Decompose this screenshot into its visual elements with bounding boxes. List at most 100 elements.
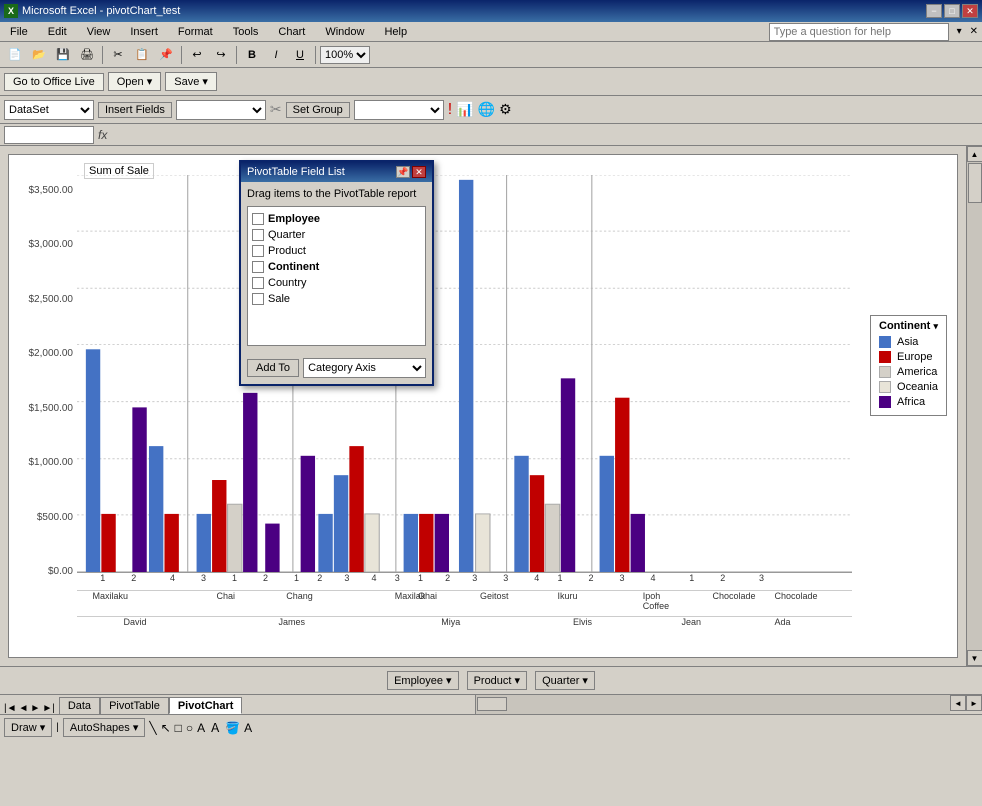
menu-insert[interactable]: Insert <box>124 24 164 40</box>
y-label-3500: $3,500.00 <box>29 185 74 196</box>
field-checkbox-country[interactable] <box>252 277 264 289</box>
product-ipoh: IpohCoffee <box>643 591 669 611</box>
arrow-tool[interactable]: ↖ <box>161 721 171 735</box>
menu-help[interactable]: Help <box>378 24 413 40</box>
copy-button[interactable]: 📋 <box>131 45 153 65</box>
oval-tool[interactable]: ○ <box>186 721 193 735</box>
tab-pivottable[interactable]: PivotTable <box>100 697 169 714</box>
textbox-tool[interactable]: A <box>197 721 205 735</box>
rect-tool[interactable]: □ <box>175 721 182 735</box>
menu-view[interactable]: View <box>81 24 117 40</box>
scissors-icon[interactable]: ✂ <box>270 101 282 118</box>
field-checkbox-employee[interactable] <box>252 213 264 225</box>
help-close-icon[interactable]: ✕ <box>970 26 978 37</box>
scroll-up-button[interactable]: ▲ <box>967 146 982 162</box>
filter-area: Employee ▾ Product ▾ Quarter ▾ <box>0 666 982 694</box>
new-button[interactable]: 📄 <box>4 45 26 65</box>
tab-last-button[interactable]: ►| <box>42 703 55 714</box>
font-color-tool[interactable]: A <box>244 721 252 735</box>
field-item-country[interactable]: Country <box>252 275 421 291</box>
save-button[interactable]: 💾 <box>52 45 74 65</box>
draw-button[interactable]: Draw ▾ <box>4 718 52 737</box>
category-axis-select[interactable]: Category Axis Series Axis Page Area <box>303 358 426 378</box>
scroll-right-button[interactable]: ► <box>966 695 982 711</box>
menu-tools[interactable]: Tools <box>227 24 265 40</box>
field-item-continent[interactable]: Continent <box>252 259 421 275</box>
zoom-select[interactable]: 100% 75% 50% <box>320 46 370 64</box>
chart-area: Sum of Sale $0.00 $500.00 $1,000.00 $1,5… <box>8 154 958 658</box>
tab-first-button[interactable]: |◄ <box>4 703 17 714</box>
bold-button[interactable]: B <box>241 45 263 65</box>
scroll-track[interactable] <box>967 162 982 650</box>
scroll-down-button[interactable]: ▼ <box>967 650 982 666</box>
employee-filter-button[interactable]: Employee ▾ <box>387 671 459 690</box>
menu-file[interactable]: File <box>4 24 34 40</box>
close-button[interactable]: ✕ <box>962 4 978 18</box>
undo-button[interactable]: ↩ <box>186 45 208 65</box>
fill-color-tool[interactable]: 🪣 <box>225 721 240 735</box>
set-group-button[interactable]: Set Group <box>286 102 350 118</box>
autoshapes-button[interactable]: AutoShapes ▾ <box>63 718 146 737</box>
minimize-button[interactable]: − <box>926 4 942 18</box>
print-button[interactable]: 🖨 <box>76 45 98 65</box>
employee-david: David <box>124 617 147 627</box>
dialog-pin-button[interactable]: 📌 <box>396 166 410 178</box>
maximize-button[interactable]: □ <box>944 4 960 18</box>
add-to-button[interactable]: Add To <box>247 359 299 377</box>
refresh-icon[interactable]: ! <box>448 101 452 119</box>
employee-miya: Miya <box>441 617 460 627</box>
dataset-select[interactable]: DataSet <box>4 100 94 120</box>
window-title: Microsoft Excel - pivotChart_test <box>22 5 180 17</box>
field-checkbox-continent[interactable] <box>252 261 264 273</box>
h-scroll-track[interactable] <box>475 695 951 714</box>
legend-dropdown-icon[interactable]: ▾ <box>933 321 938 332</box>
h-scroll-thumb[interactable] <box>477 697 507 711</box>
insert-fields-select[interactable] <box>176 100 266 120</box>
globe-icon[interactable]: 🌐 <box>478 101 495 118</box>
tab-data[interactable]: Data <box>59 697 100 714</box>
tab-next-button[interactable]: ► <box>30 703 40 714</box>
menu-format[interactable]: Format <box>172 24 219 40</box>
open-button[interactable]: 📂 <box>28 45 50 65</box>
save-button-office[interactable]: Save ▾ <box>165 72 217 91</box>
chart-legend: Continent ▾ Asia Europe America Oceania <box>870 315 947 416</box>
quarter-filter-button[interactable]: Quarter ▾ <box>535 671 595 690</box>
field-label-country: Country <box>268 277 307 289</box>
product-filter-button[interactable]: Product ▾ <box>467 671 528 690</box>
tab-nav-buttons: |◄ ◄ ► ►| <box>0 703 59 714</box>
field-checkbox-product[interactable] <box>252 245 264 257</box>
cut-button[interactable]: ✂ <box>107 45 129 65</box>
underline-button[interactable]: U <box>289 45 311 65</box>
employee-james: James <box>279 617 306 627</box>
field-item-sale[interactable]: Sale <box>252 291 421 307</box>
settings-icon[interactable]: ⚙ <box>499 101 512 118</box>
open-button-office[interactable]: Open ▾ <box>108 72 162 91</box>
menu-window[interactable]: Window <box>319 24 370 40</box>
dialog-close-button[interactable]: ✕ <box>412 166 426 178</box>
cell-reference[interactable] <box>4 126 94 144</box>
paste-button[interactable]: 📌 <box>155 45 177 65</box>
field-label-employee: Employee <box>268 213 320 225</box>
redo-button[interactable]: ↪ <box>210 45 232 65</box>
menu-chart[interactable]: Chart <box>272 24 311 40</box>
wordart-tool[interactable]: Ａ <box>209 719 221 736</box>
line-tool[interactable]: ╲ <box>149 721 156 735</box>
field-checkbox-quarter[interactable] <box>252 229 264 241</box>
menu-edit[interactable]: Edit <box>42 24 73 40</box>
scroll-thumb[interactable] <box>968 163 982 203</box>
chart-icon[interactable]: 📊 <box>456 101 473 118</box>
scroll-left-button[interactable]: ◄ <box>950 695 966 711</box>
field-item-employee[interactable]: Employee <box>252 211 421 227</box>
field-item-quarter[interactable]: Quarter <box>252 227 421 243</box>
pivot-toolbar: DataSet Insert Fields ✂ Set Group ! 📊 🌐 … <box>0 96 982 124</box>
italic-button[interactable]: I <box>265 45 287 65</box>
tab-pivotchart[interactable]: PivotChart <box>169 697 243 714</box>
insert-fields-button[interactable]: Insert Fields <box>98 102 172 118</box>
tab-prev-button[interactable]: ◄ <box>19 703 29 714</box>
field-checkbox-sale[interactable] <box>252 293 264 305</box>
go-to-office-button[interactable]: Go to Office Live <box>4 73 104 91</box>
help-search-input[interactable] <box>769 23 949 41</box>
field-item-product[interactable]: Product <box>252 243 421 259</box>
set-group-select[interactable] <box>354 100 444 120</box>
formula-bar: fx <box>0 124 982 146</box>
